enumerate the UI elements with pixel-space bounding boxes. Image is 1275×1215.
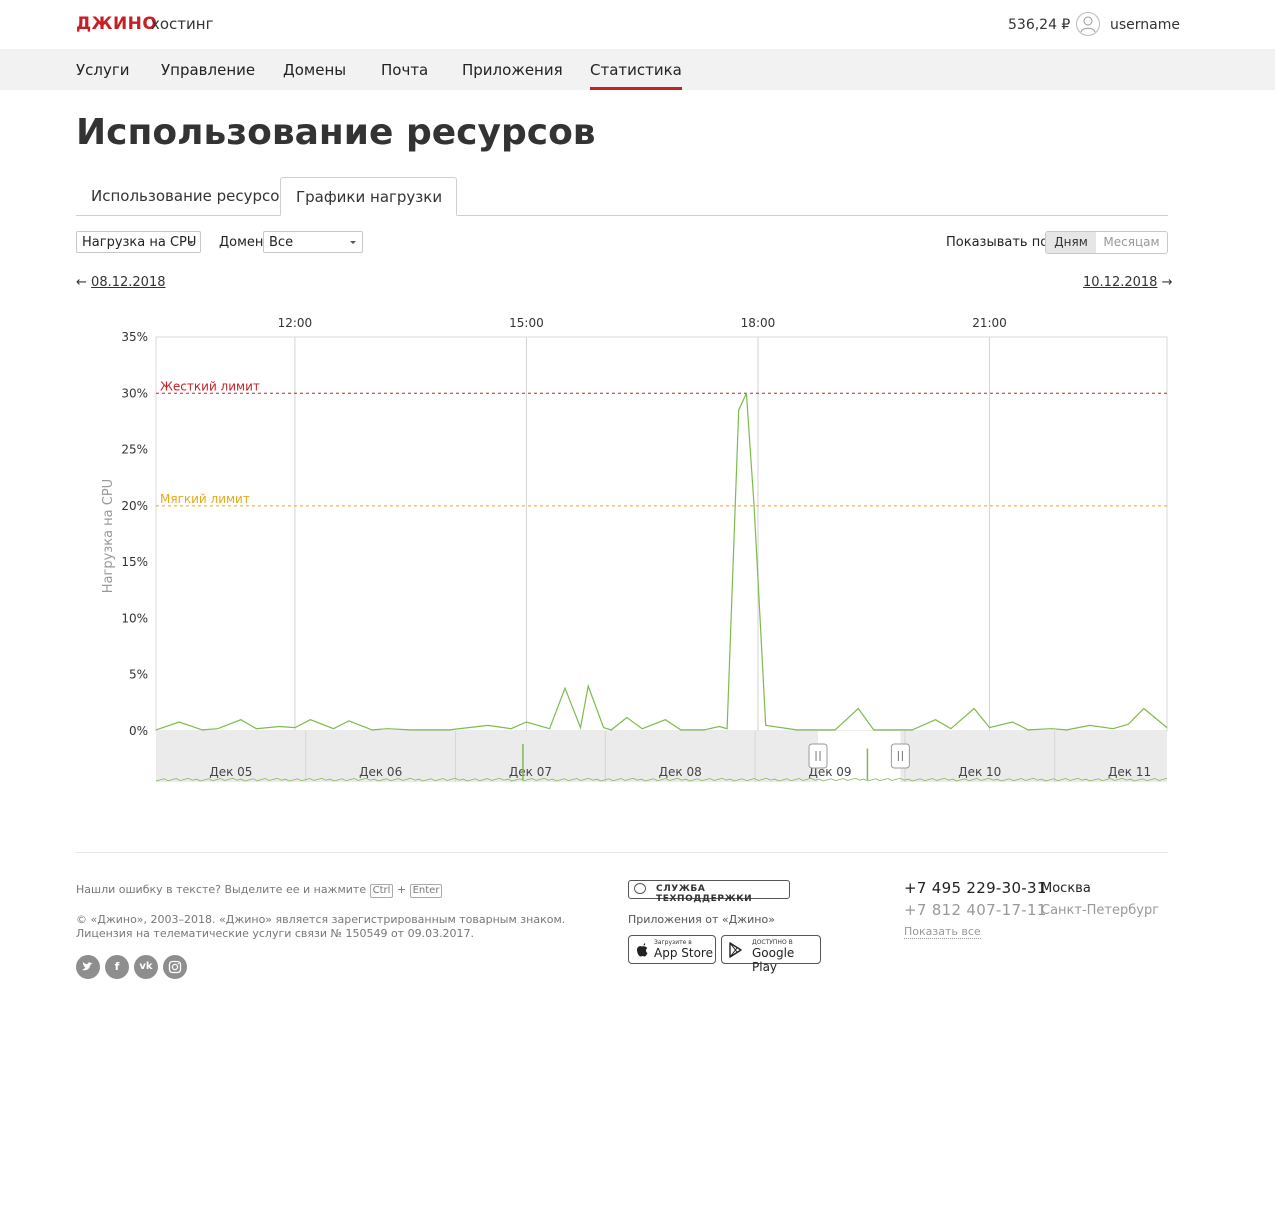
y-tick-label: 25% — [121, 443, 148, 457]
x-tick-label: 15:00 — [509, 316, 544, 330]
page-title: Использование ресурсов — [76, 112, 596, 153]
handle-box — [808, 743, 828, 769]
phone-spb[interactable]: +7 812 407-17-11 — [904, 901, 1047, 919]
y-tick-label: 30% — [121, 386, 148, 400]
chevron-down-icon — [350, 241, 356, 244]
navigator-handle-right[interactable] — [890, 743, 910, 769]
period-months-button[interactable]: Месяцам — [1096, 232, 1167, 253]
app-store-small-label: Загрузите в — [654, 939, 692, 946]
navigator-day-label: Дек 05 — [209, 765, 252, 779]
plus-sign: + — [396, 883, 407, 896]
navigator-day-label: Дек 08 — [659, 765, 702, 779]
y-tick-label: 15% — [121, 555, 148, 569]
domain-select[interactable]: Все — [263, 231, 363, 253]
user-avatar-icon[interactable] — [1076, 12, 1100, 36]
google-play-label: Google Play — [752, 946, 795, 974]
enter-key: Enter — [409, 884, 443, 898]
period-days-button[interactable]: Дням — [1046, 232, 1096, 253]
chart-svg: Жесткий лимит Мягкий лимит 12:00 15:00 18:0… — [101, 316, 1168, 782]
phone-moscow[interactable]: +7 495 229-30-31 — [904, 879, 1047, 897]
city-spb: Санкт-Петербург — [1041, 903, 1160, 918]
typo-hint: Нашли ошибку в тексте? Выделите ее и наж… — [76, 883, 443, 898]
nav-item-apps[interactable]: Приложения — [462, 61, 563, 79]
facebook-icon[interactable]: f — [105, 955, 129, 979]
vk-icon[interactable]: vk — [134, 955, 158, 979]
hard-limit-label: Жесткий лимит — [160, 379, 260, 393]
navigator-handle-left[interactable] — [808, 743, 828, 769]
cpu-load-chart: Жесткий лимит Мягкий лимит 12:00 15:00 18:0… — [0, 300, 1275, 804]
logo-subtitle: хостинг — [151, 15, 214, 33]
arrow-right-icon: → — [1161, 275, 1173, 290]
navigator-day-label: Дек 06 — [359, 765, 402, 779]
twitter-icon[interactable] — [76, 955, 100, 979]
nav-item-domains[interactable]: Домены — [283, 61, 346, 79]
chevron-down-icon — [188, 241, 194, 244]
support-button[interactable]: СЛУЖБА ТЕХПОДДЕРЖКИ — [628, 880, 790, 904]
apple-icon — [637, 943, 648, 957]
y-tick-label: 0% — [129, 724, 148, 738]
license: Лицензия на телематические услуги связи … — [76, 927, 475, 940]
handle-box — [890, 743, 910, 769]
soft-limit-label: Мягкий лимит — [160, 492, 250, 506]
footer-divider — [76, 852, 1168, 853]
nav-item-management[interactable]: Управление — [161, 61, 255, 79]
navigator-day-label: Дек 11 — [1108, 765, 1151, 779]
show-all-phones-link[interactable]: Показать все — [904, 925, 981, 939]
tab-load-charts[interactable]: Графики нагрузки — [280, 177, 458, 216]
prev-date-link[interactable]: ← 08.12.2018 — [76, 275, 165, 290]
y-tick-label: 10% — [121, 611, 148, 625]
typo-hint-text: Нашли ошибку в тексте? Выделите ее и наж… — [76, 883, 367, 896]
copyright: © «Джино», 2003–2018. «Джино» является з… — [76, 913, 566, 926]
instagram-icon[interactable] — [163, 955, 187, 979]
app-store-label: App Store — [654, 946, 713, 960]
y-tick-label: 20% — [121, 499, 148, 513]
tab-resource-usage[interactable]: Использование ресурсов — [76, 177, 302, 215]
next-date-label: 10.12.2018 — [1083, 275, 1158, 290]
metric-select-value: Нагрузка на CPU — [82, 235, 197, 250]
show-by-label: Показывать по — [946, 235, 1049, 250]
city-moscow: Москва — [1041, 881, 1091, 896]
x-tick-label: 18:00 — [741, 316, 776, 330]
account-balance[interactable]: 536,24 ₽ — [1008, 17, 1070, 33]
metric-select[interactable]: Нагрузка на CPU — [76, 231, 201, 253]
tabs-divider — [76, 215, 1168, 216]
nav-item-statistics[interactable]: Статистика — [590, 61, 682, 90]
main-nav: Услуги Управление Домены Почта Приложени… — [0, 49, 1275, 90]
prev-date-label: 08.12.2018 — [91, 275, 166, 290]
top-header: ДЖИНО хостинг 536,24 ₽ username — [0, 0, 1275, 49]
x-tick-label: 12:00 — [278, 316, 313, 330]
y-axis-label: Нагрузка на CPU — [101, 479, 116, 593]
username[interactable]: username — [1110, 17, 1180, 33]
period-toggle: Дням Месяцам — [1045, 231, 1168, 254]
apps-label: Приложения от «Джино» — [628, 913, 775, 926]
x-tick-label: 21:00 — [972, 316, 1007, 330]
google-play-button[interactable]: ДОСТУПНО В Google Play — [721, 935, 821, 974]
y-tick-label: 35% — [121, 330, 148, 344]
app-store-button[interactable]: Загрузите в App Store — [628, 935, 716, 964]
nav-item-services[interactable]: Услуги — [76, 61, 129, 79]
plot-area — [155, 336, 1168, 732]
navigator-day-label: Дек 07 — [509, 765, 552, 779]
ctrl-key: Ctrl — [369, 884, 394, 898]
logo[interactable]: ДЖИНО — [76, 14, 157, 34]
google-play-icon — [729, 942, 742, 958]
google-play-small-label: ДОСТУПНО В — [752, 939, 793, 946]
chat-icon — [634, 883, 646, 894]
arrow-left-icon: ← — [76, 275, 87, 290]
nav-item-mail[interactable]: Почта — [381, 61, 428, 79]
navigator-day-label: Дек 10 — [958, 765, 1001, 779]
domain-select-value: Все — [269, 235, 294, 250]
domain-label: Домен — [219, 235, 264, 250]
y-tick-label: 5% — [129, 668, 148, 682]
support-label: СЛУЖБА ТЕХПОДДЕРЖКИ — [656, 884, 753, 904]
next-date-link[interactable]: 10.12.2018 → — [1083, 275, 1172, 290]
